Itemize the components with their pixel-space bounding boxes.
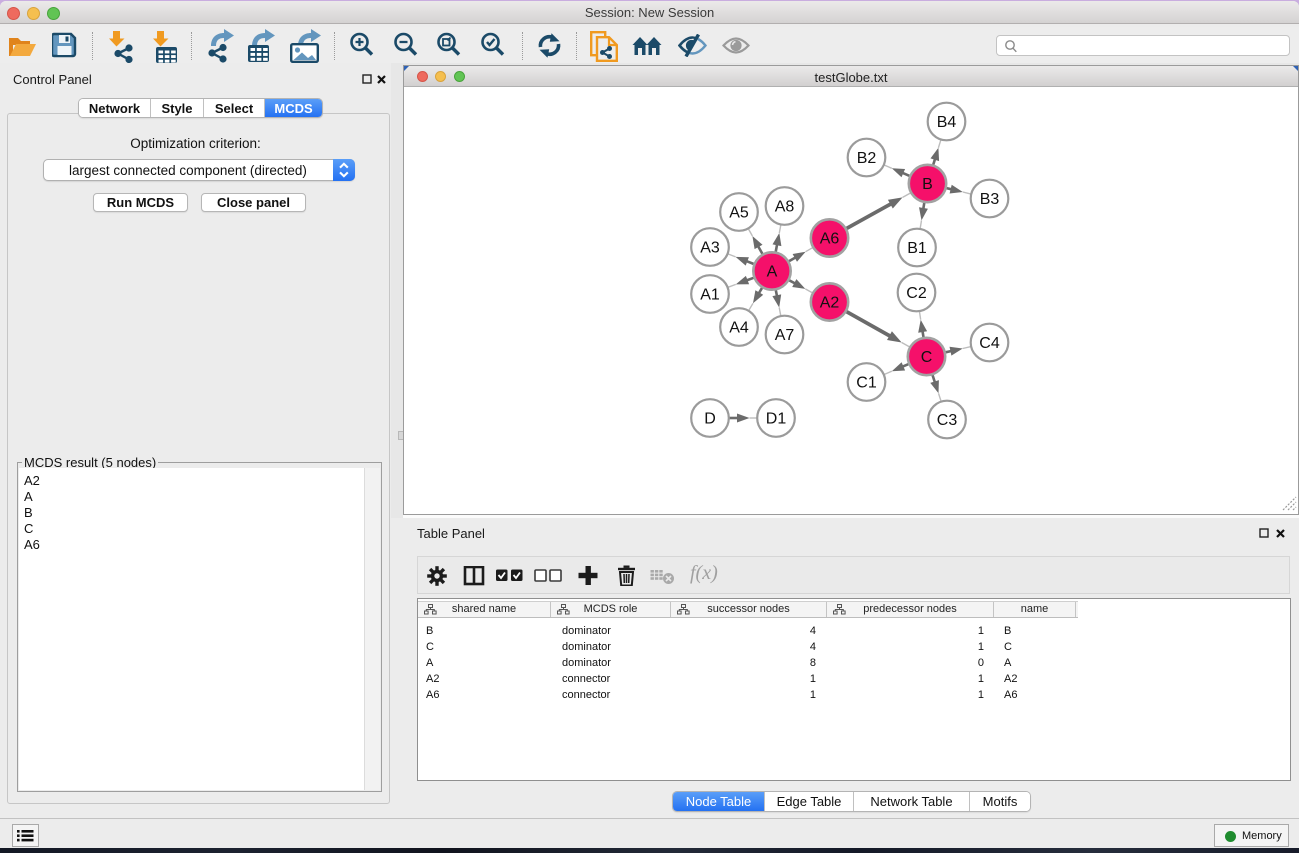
svg-text:B1: B1 xyxy=(907,240,927,257)
svg-text:D1: D1 xyxy=(766,411,787,428)
svg-text:D: D xyxy=(704,411,716,428)
svg-text:C4: C4 xyxy=(979,335,1000,352)
svg-text:C2: C2 xyxy=(906,285,927,302)
svg-text:A7: A7 xyxy=(775,327,795,344)
svg-text:A2: A2 xyxy=(820,295,840,312)
svg-text:B: B xyxy=(922,176,933,193)
svg-text:A6: A6 xyxy=(820,231,840,248)
svg-text:A8: A8 xyxy=(775,199,795,216)
svg-text:A4: A4 xyxy=(729,320,749,337)
svg-text:C3: C3 xyxy=(937,412,958,429)
svg-text:C: C xyxy=(921,349,933,366)
svg-text:C1: C1 xyxy=(856,375,877,392)
svg-text:A: A xyxy=(767,264,778,281)
svg-text:B4: B4 xyxy=(937,114,957,131)
svg-text:A1: A1 xyxy=(700,287,720,304)
svg-text:B3: B3 xyxy=(980,191,1000,208)
svg-text:A3: A3 xyxy=(700,240,720,257)
svg-text:B2: B2 xyxy=(857,150,877,167)
svg-text:A5: A5 xyxy=(729,205,749,222)
